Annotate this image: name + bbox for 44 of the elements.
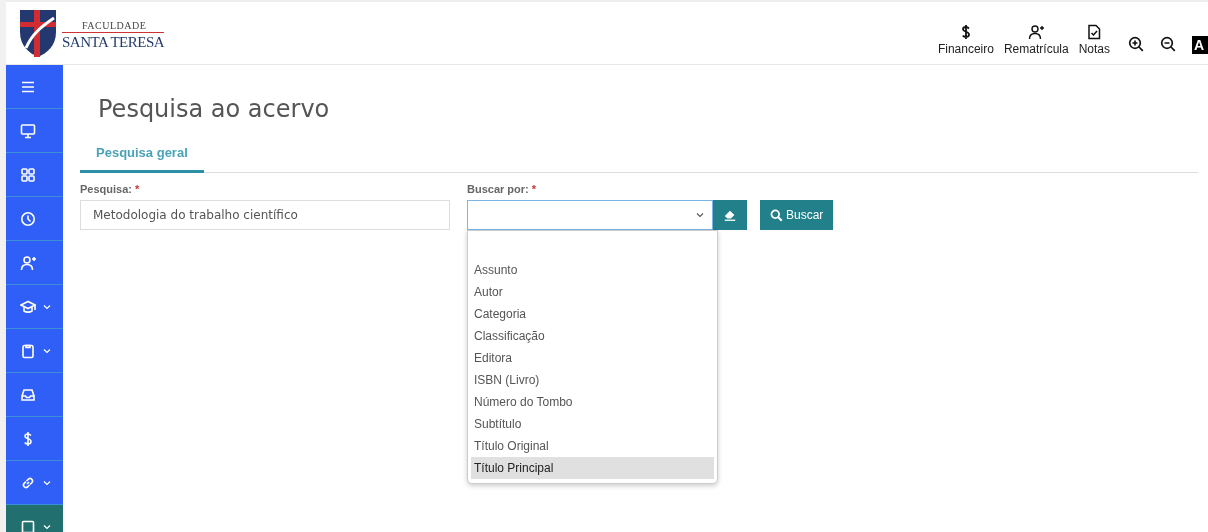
zoom-in-icon[interactable] — [1128, 36, 1144, 52]
dropdown-option[interactable]: Título Original — [471, 435, 714, 457]
clipboard-icon — [20, 342, 36, 359]
search-input[interactable]: Metodologia do trabalho científico — [80, 200, 450, 230]
dropdown-option[interactable]: Número do Tombo — [471, 391, 714, 413]
grid-icon — [20, 166, 36, 183]
user-plus-icon — [1028, 24, 1045, 40]
select-field[interactable] — [467, 200, 713, 230]
required-mark: * — [531, 183, 537, 195]
nav-link[interactable]: Rematrícula — [1001, 24, 1071, 56]
dropdown-option[interactable]: Autor — [471, 281, 714, 303]
required-mark: * — [135, 183, 140, 195]
monitor-icon — [20, 122, 36, 139]
dropdown-option[interactable]: Classificação — [471, 325, 714, 347]
file-check-icon — [1086, 24, 1103, 40]
search-icon — [770, 208, 783, 222]
dropdown-option[interactable]: ISBN (Livro) — [471, 369, 714, 391]
field-label: Buscar por: — [467, 183, 529, 195]
chevron-down-icon — [43, 346, 51, 355]
dropdown-option[interactable]: Subtítulo — [471, 413, 714, 435]
clock-icon — [20, 210, 36, 227]
page-title: Pesquisa ao acervo — [98, 95, 331, 123]
nav-link[interactable]: Financeiro — [935, 24, 996, 56]
clear-button[interactable] — [713, 200, 747, 230]
dropdown-option[interactable]: Categoria — [471, 303, 714, 325]
dropdown-option[interactable]: Assunto — [471, 259, 714, 281]
shield-logo-icon — [18, 8, 58, 58]
user-plus-icon — [20, 254, 36, 271]
chevron-down-icon — [696, 211, 704, 219]
search-button[interactable]: Buscar — [760, 200, 834, 230]
font-size-button[interactable]: A — [1192, 36, 1208, 54]
cap-icon — [20, 298, 36, 315]
inbox-icon — [20, 386, 36, 403]
logo-title: SANTA TERESA — [62, 33, 165, 51]
eraser-icon — [723, 208, 737, 222]
chevron-down-icon — [43, 302, 51, 311]
logo-subtitle: FACULDADE — [62, 19, 165, 33]
chevron-down-icon — [43, 522, 51, 531]
dropdown-option[interactable]: Título Principal — [471, 457, 714, 479]
zoom-out-icon[interactable] — [1160, 36, 1176, 52]
dropdown-option[interactable]: Editora — [471, 347, 714, 369]
nav-link[interactable]: Notas — [1076, 24, 1112, 56]
field-label: Pesquisa: — [80, 183, 132, 195]
chevron-down-icon — [43, 478, 51, 487]
